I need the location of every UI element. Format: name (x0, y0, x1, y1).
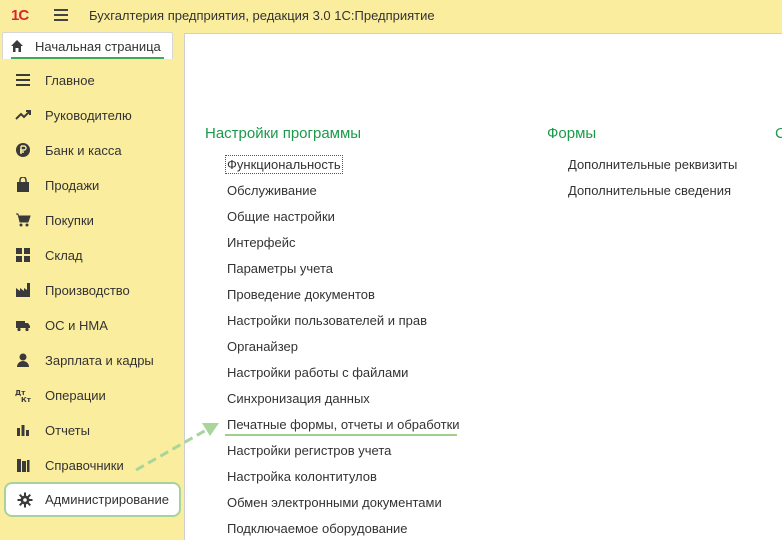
trend-icon (15, 110, 31, 120)
link-additional-attributes[interactable]: Дополнительные реквизиты (568, 157, 737, 172)
link-data-sync[interactable]: Синхронизация данных (227, 391, 370, 406)
link-equipment[interactable]: Подключаемое оборудование (227, 521, 408, 536)
cart-icon (16, 213, 31, 227)
books-icon (17, 459, 30, 472)
link-user-settings[interactable]: Настройки пользователей и прав (227, 313, 427, 328)
sidebar-item-production[interactable]: Производство (0, 273, 183, 307)
app-logo[interactable]: 1С (11, 7, 29, 24)
link-print-forms[interactable]: Печатные формы, отчеты и обработки (227, 417, 460, 432)
sidebar-item-administration[interactable]: Администрирование (4, 482, 181, 517)
tab-home-label: Начальная страница (35, 39, 161, 54)
section-title-cut: С (775, 125, 782, 142)
sidebar-item-label: Справочники (45, 458, 124, 473)
sidebar-item-label: Администрирование (45, 492, 169, 507)
sidebar-item-salary[interactable]: Зарплата и кадры (0, 343, 183, 377)
sidebar-item-label: Банк и касса (45, 143, 122, 158)
sidebar-item-label: Главное (45, 73, 95, 88)
person-icon (17, 353, 29, 367)
tab-home[interactable]: Начальная страница (2, 32, 173, 59)
sidebar-item-label: Зарплата и кадры (45, 353, 154, 368)
tab-active-indicator (11, 57, 164, 59)
highlight-underline (225, 434, 457, 436)
ruble-coin-icon (16, 143, 30, 157)
sidebar-item-label: Склад (45, 248, 83, 263)
gear-icon (17, 492, 33, 508)
link-organizer[interactable]: Органайзер (227, 339, 298, 354)
sidebar-item-operations[interactable]: Дт Кт Операции (0, 378, 183, 412)
home-icon (11, 40, 23, 52)
list-icon (16, 74, 30, 86)
link-maintenance[interactable]: Обслуживание (227, 183, 317, 198)
link-functionality[interactable]: Функциональность (225, 155, 343, 174)
link-additional-info[interactable]: Дополнительные сведения (568, 183, 731, 198)
sidebar-item-label: Руководителю (45, 108, 132, 123)
bar-chart-icon (17, 425, 29, 436)
debit-credit-icon: ДтКт (15, 389, 31, 403)
section-title-forms: Формы (547, 125, 597, 142)
title-bar: 1С Бухгалтерия предприятия, редакция 3.0… (0, 0, 782, 32)
sidebar-item-reports[interactable]: Отчеты (0, 413, 183, 447)
sidebar-item-label: Производство (45, 283, 130, 298)
warehouse-grid-icon (16, 248, 30, 262)
shopping-bag-icon (17, 177, 29, 192)
sidebar-item-references[interactable]: Справочники (0, 448, 183, 482)
link-interface[interactable]: Интерфейс (227, 235, 295, 250)
sidebar-item-label: Отчеты (45, 423, 90, 438)
sidebar-item-label: Операции (45, 388, 106, 403)
link-registers-settings[interactable]: Настройки регистров учета (227, 443, 391, 458)
svg-text:Кт: Кт (21, 396, 31, 403)
link-accounting-params[interactable]: Параметры учета (227, 261, 333, 276)
link-general-settings[interactable]: Общие настройки (227, 209, 335, 224)
factory-icon (16, 283, 30, 297)
section-title-program-settings: Настройки программы (205, 125, 362, 142)
sidebar-item-label: Продажи (45, 178, 100, 193)
sidebar-item-fixed-assets[interactable]: ОС и НМА (0, 308, 183, 342)
link-header-footer[interactable]: Настройка колонтитулов (227, 469, 377, 484)
sidebar-item-purchases[interactable]: Покупки (0, 203, 183, 237)
sidebar-item-sales[interactable]: Продажи (0, 168, 183, 202)
sidebar: Главное Руководителю Банк и касса Продаж… (0, 61, 183, 539)
main-panel: Настройки программы Формы С Функциональн… (184, 33, 782, 540)
sidebar-item-main[interactable]: Главное (0, 63, 183, 97)
menu-icon[interactable] (54, 9, 68, 21)
sidebar-item-warehouse[interactable]: Склад (0, 238, 183, 272)
link-file-settings[interactable]: Настройки работы с файлами (227, 365, 408, 380)
app-title: Бухгалтерия предприятия, редакция 3.0 1С… (89, 8, 435, 23)
sidebar-item-manager[interactable]: Руководителю (0, 98, 183, 132)
sidebar-item-bank[interactable]: Банк и касса (0, 133, 183, 167)
truck-icon (16, 321, 30, 332)
sidebar-item-label: ОС и НМА (45, 318, 108, 333)
link-document-posting[interactable]: Проведение документов (227, 287, 375, 302)
link-edi-exchange[interactable]: Обмен электронными документами (227, 495, 442, 510)
sidebar-item-label: Покупки (45, 213, 94, 228)
